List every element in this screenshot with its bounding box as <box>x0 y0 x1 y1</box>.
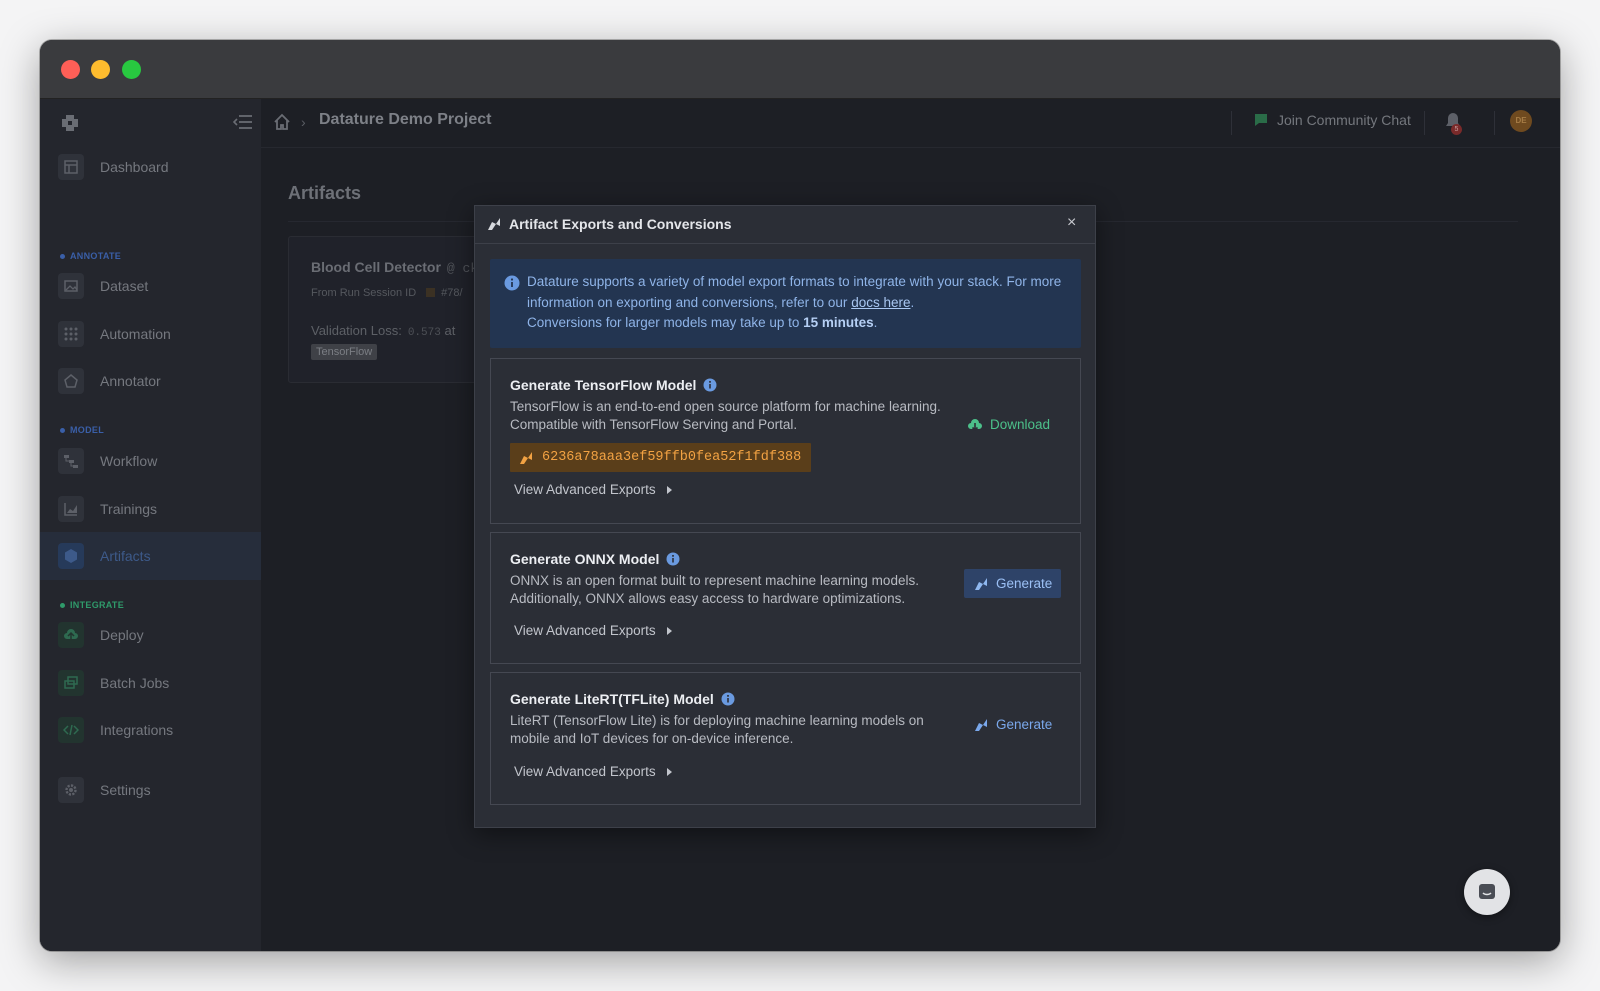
view-advanced-exports[interactable]: View Advanced Exports <box>514 482 672 497</box>
chat-icon <box>1479 884 1495 899</box>
export-icon <box>975 718 987 731</box>
export-title: Generate LiteRT(TFLite) Model <box>510 691 735 707</box>
export-description: ONNX is an open format built to represen… <box>510 573 919 606</box>
export-icon <box>975 577 987 590</box>
view-advanced-exports[interactable]: View Advanced Exports <box>514 764 672 779</box>
generate-litert-button[interactable]: Generate <box>964 710 1061 739</box>
export-description: TensorFlow is an end-to-end open source … <box>510 399 941 432</box>
minimize-window-button[interactable] <box>91 60 110 79</box>
export-onnx: Generate ONNX Model ONNX is an open form… <box>490 532 1081 664</box>
export-tensorflow: Generate TensorFlow Model TensorFlow is … <box>490 358 1081 524</box>
info-banner: Datature supports a variety of model exp… <box>490 259 1081 348</box>
modal-title: Artifact Exports and Conversions <box>509 216 732 232</box>
caret-right-icon <box>666 767 672 776</box>
info-icon <box>504 275 520 291</box>
app-window: Dashboard ANNOTATE Dataset Automation An… <box>40 40 1560 951</box>
export-modal: Artifact Exports and Conversions × Datat… <box>474 205 1096 828</box>
close-icon[interactable]: × <box>1067 214 1076 232</box>
export-title: Generate TensorFlow Model <box>510 377 717 393</box>
view-advanced-exports[interactable]: View Advanced Exports <box>514 623 672 638</box>
export-icon <box>520 451 532 464</box>
caret-right-icon <box>666 626 672 635</box>
maximize-window-button[interactable] <box>122 60 141 79</box>
info-icon[interactable] <box>721 692 735 706</box>
cloud-download-icon <box>968 418 982 431</box>
close-window-button[interactable] <box>61 60 80 79</box>
support-chat-button[interactable] <box>1464 869 1510 915</box>
artifact-hash[interactable]: 6236a78aaa3ef59ffb0fea52f1fdf388 <box>510 443 812 472</box>
info-icon[interactable] <box>666 552 680 566</box>
info-icon[interactable] <box>703 378 717 392</box>
export-title: Generate ONNX Model <box>510 551 680 567</box>
modal-header: Artifact Exports and Conversions × <box>475 206 1095 244</box>
app-body: Dashboard ANNOTATE Dataset Automation An… <box>40 99 1560 951</box>
generate-onnx-button[interactable]: Generate <box>964 569 1062 598</box>
export-description: LiteRT (TensorFlow Lite) is for deployin… <box>510 713 924 746</box>
info-text: Datature supports a variety of model exp… <box>527 274 1062 330</box>
window-titlebar <box>40 40 1560 99</box>
export-litert: Generate LiteRT(TFLite) Model LiteRT (Te… <box>490 672 1081 805</box>
download-button[interactable]: Download <box>958 410 1059 439</box>
export-icon <box>488 218 500 230</box>
caret-right-icon <box>666 485 672 494</box>
docs-link[interactable]: docs here <box>851 295 910 310</box>
